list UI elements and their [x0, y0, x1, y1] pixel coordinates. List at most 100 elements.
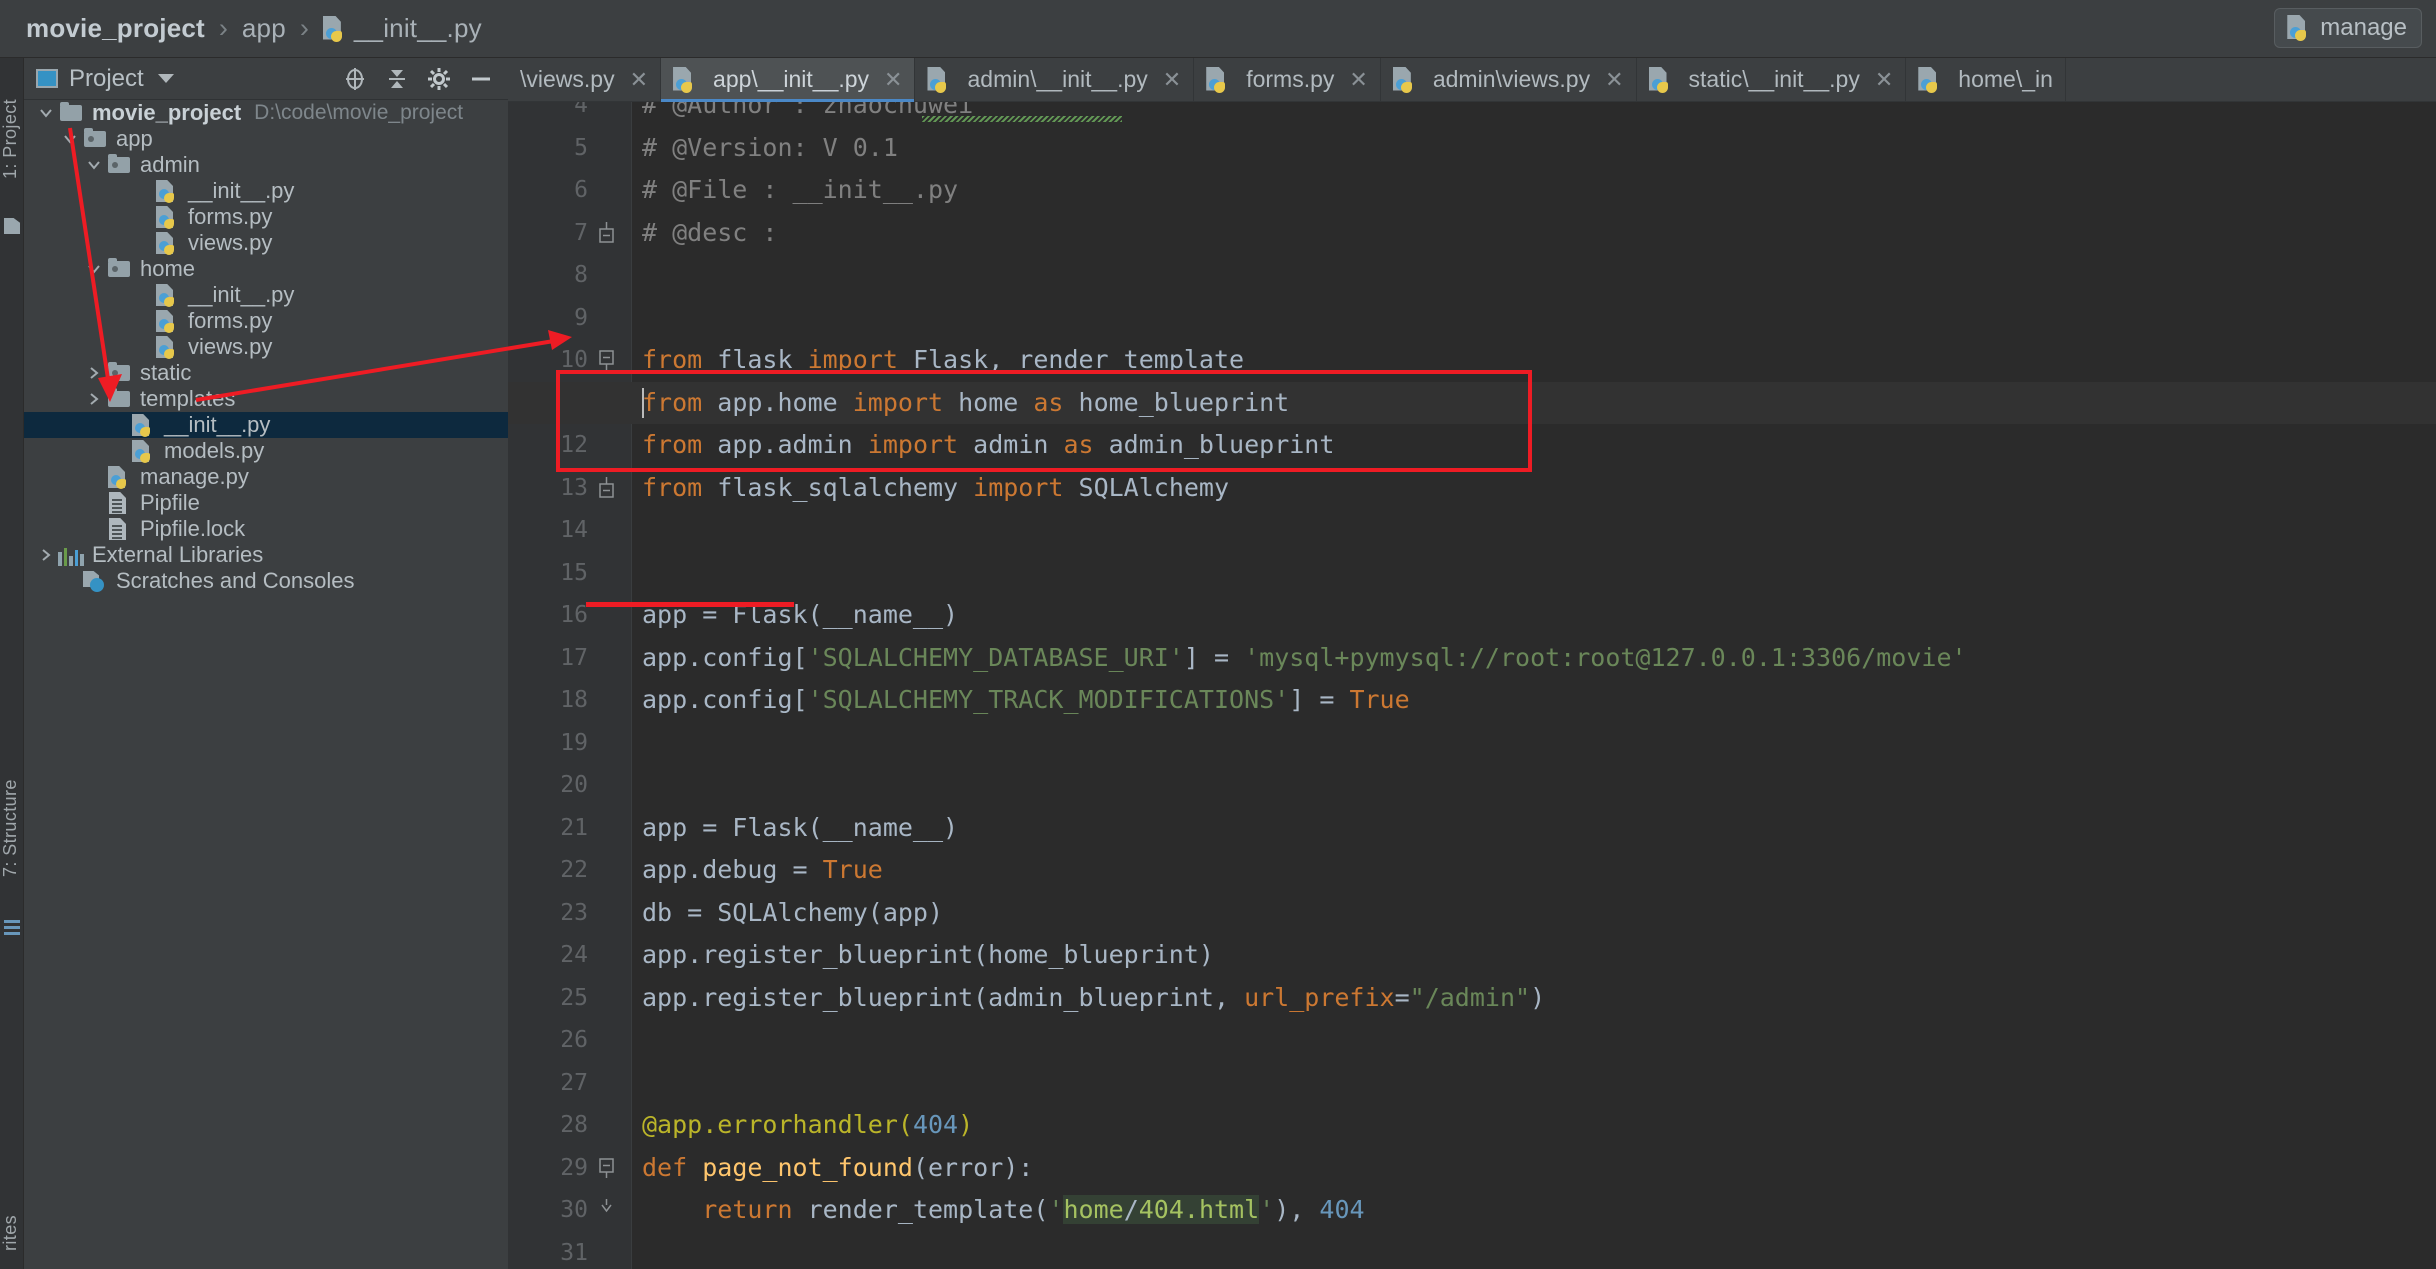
code-token: ' [1259, 1195, 1275, 1224]
tree-row-label: movie_project [92, 100, 242, 125]
editor-tab[interactable]: \views.py ✕ [508, 58, 662, 101]
close-icon[interactable]: ✕ [1605, 67, 1623, 93]
hide-icon[interactable] [462, 62, 500, 96]
code-line[interactable]: def page_not_found(error): [642, 1147, 1033, 1190]
editor-tab-label: home\_in [1958, 66, 2053, 92]
editor-tab[interactable]: forms.py ✕ [1194, 58, 1381, 101]
close-icon[interactable]: ✕ [630, 67, 648, 93]
code-line[interactable]: db = SQLAlchemy(app) [642, 892, 943, 935]
code-editor[interactable]: 4 # @Author : zhaochuwei 5 # @Version: V 0.… [508, 102, 2436, 1269]
line-number: 18 [560, 687, 588, 713]
code-line[interactable]: # @Author : zhaochuwei [642, 102, 973, 127]
tree-row[interactable]: __init__.py [24, 282, 508, 308]
breadcrumb-item-app[interactable]: app [242, 13, 286, 44]
tree-row[interactable]: __init__.py [24, 412, 508, 438]
tree-row[interactable]: admin [24, 152, 508, 178]
editor-tab[interactable]: admin\views.py ✕ [1381, 58, 1637, 101]
editor-tab-bar[interactable]: \views.py ✕ app\__init__.py ✕ admin\__init__… [508, 58, 2436, 102]
editor-tab[interactable]: home\_in [1906, 58, 2066, 101]
project-tool-window: Project movie_project D:\code\movie_proj… [24, 58, 508, 1269]
editor-tab[interactable]: app\__init__.py ✕ [661, 58, 916, 102]
breadcrumb-item-file-label: __init__.py [353, 13, 482, 43]
code-line[interactable]: app.config['SQLALCHEMY_TRACK_MODIFICATIO… [642, 679, 1410, 722]
fold-region-start-icon[interactable] [598, 349, 616, 370]
chevron-right-icon[interactable] [82, 360, 106, 386]
editor-tab[interactable]: static\__init__.py ✕ [1637, 58, 1907, 101]
code-line[interactable]: app = Flask(__name__) [642, 594, 958, 637]
chevron-down-icon[interactable] [82, 152, 106, 178]
code-token: home [943, 387, 1034, 417]
tree-row[interactable]: Scratches and Consoles [24, 568, 508, 594]
code-line[interactable]: return render_template('home/404.html'),… [642, 1189, 1365, 1232]
fold-region-end-icon[interactable] [598, 221, 616, 243]
code-line[interactable]: app.config['SQLALCHEMY_DATABASE_URI'] = … [642, 637, 1967, 680]
tree-row[interactable]: forms.py [24, 204, 508, 230]
tool-window-tab-structure[interactable]: 7: Structure [0, 748, 24, 908]
code-line[interactable]: from app.admin import admin as admin_blu… [642, 424, 1334, 467]
python-file-icon [1392, 66, 1415, 93]
code-line[interactable]: app = Flask(__name__) [642, 807, 958, 850]
code-line[interactable]: # @File : __init__.py [642, 169, 958, 212]
code-line[interactable]: # @desc : [642, 212, 777, 255]
close-icon[interactable]: ✕ [884, 67, 902, 93]
tree-row[interactable]: home [24, 256, 508, 282]
code-line[interactable]: from flask import Flask, render_template [642, 339, 1244, 382]
chevron-right-icon[interactable] [82, 386, 106, 412]
tree-row[interactable]: views.py [24, 334, 508, 360]
manage-run-config-chip[interactable]: manage [2274, 8, 2422, 48]
breadcrumb-bar: movie_project › app › __init__.py manage [0, 0, 2436, 58]
collapse-all-icon[interactable] [378, 62, 416, 96]
chevron-down-icon[interactable] [82, 256, 106, 282]
close-icon[interactable]: ✕ [1875, 67, 1893, 93]
chevron-down-icon[interactable] [157, 74, 174, 83]
code-token: (error): [912, 1152, 1034, 1182]
python-file-icon [154, 179, 180, 203]
tree-row[interactable]: __init__.py [24, 178, 508, 204]
code-token: from [642, 472, 703, 502]
code-line[interactable]: # @Version: V 0.1 [642, 127, 898, 170]
fold-region-start-icon[interactable] [598, 1157, 616, 1178]
line-number: 19 [560, 729, 588, 756]
code-token: 404 [1319, 1195, 1365, 1224]
tree-row[interactable]: views.py [24, 230, 508, 256]
locate-icon[interactable] [336, 62, 374, 96]
tree-row[interactable]: forms.py [24, 308, 508, 334]
project-tree[interactable]: movie_project D:\code\movie_project app adm… [24, 100, 508, 594]
chevron-down-icon[interactable] [58, 126, 82, 152]
tree-row[interactable]: models.py [24, 438, 508, 464]
chevron-right-icon[interactable] [34, 542, 58, 568]
fold-region-end-icon[interactable] [598, 476, 616, 498]
tree-row[interactable]: templates [24, 386, 508, 412]
tool-window-tab-favorites[interactable]: rites [0, 1178, 24, 1269]
tree-row[interactable]: static [24, 360, 508, 386]
close-icon[interactable]: ✕ [1163, 67, 1181, 93]
editor-tab[interactable]: admin\__init__.py ✕ [915, 58, 1195, 101]
code-line[interactable]: @app.errorhandler(404) [642, 1104, 973, 1147]
tree-row[interactable]: manage.py [24, 464, 508, 490]
code-line[interactable]: app.register_blueprint(home_blueprint) [642, 934, 1214, 977]
chevron-down-icon[interactable] [34, 100, 58, 126]
code-token: # @File : __init__.py [642, 175, 959, 204]
line-number: 4 [574, 102, 588, 118]
tree-row[interactable]: External Libraries [24, 542, 508, 568]
tree-row[interactable]: movie_project D:\code\movie_project [24, 100, 508, 126]
breadcrumb-item-project[interactable]: movie_project [26, 13, 205, 44]
tree-row[interactable]: Pipfile.lock [24, 516, 508, 542]
code-line[interactable]: app.register_blueprint(admin_blueprint, … [642, 977, 1545, 1020]
code-line[interactable]: app.debug = True [642, 849, 883, 892]
code-line[interactable]: from flask_sqlalchemy import SQLAlchemy [642, 467, 1229, 510]
tool-window-tab-project[interactable]: 1: Project [0, 64, 24, 214]
code-token: return [702, 1195, 793, 1224]
code-folding-column[interactable] [604, 102, 632, 1269]
tree-row[interactable]: app [24, 126, 508, 152]
code-token: from [642, 387, 703, 417]
code-line[interactable]: from app.home import home as home_bluepr… [642, 382, 1289, 425]
tree-row[interactable]: Pipfile [24, 490, 508, 516]
code-token: app.config[ [642, 642, 808, 672]
code-text-area[interactable]: 4 # @Author : zhaochuwei 5 # @Version: V 0.… [508, 102, 2436, 1269]
breadcrumb-item-file[interactable]: __init__.py [322, 13, 482, 44]
fold-region-end-icon[interactable] [598, 1199, 616, 1217]
settings-gear-icon[interactable] [420, 62, 458, 96]
close-icon[interactable]: ✕ [1349, 67, 1367, 93]
